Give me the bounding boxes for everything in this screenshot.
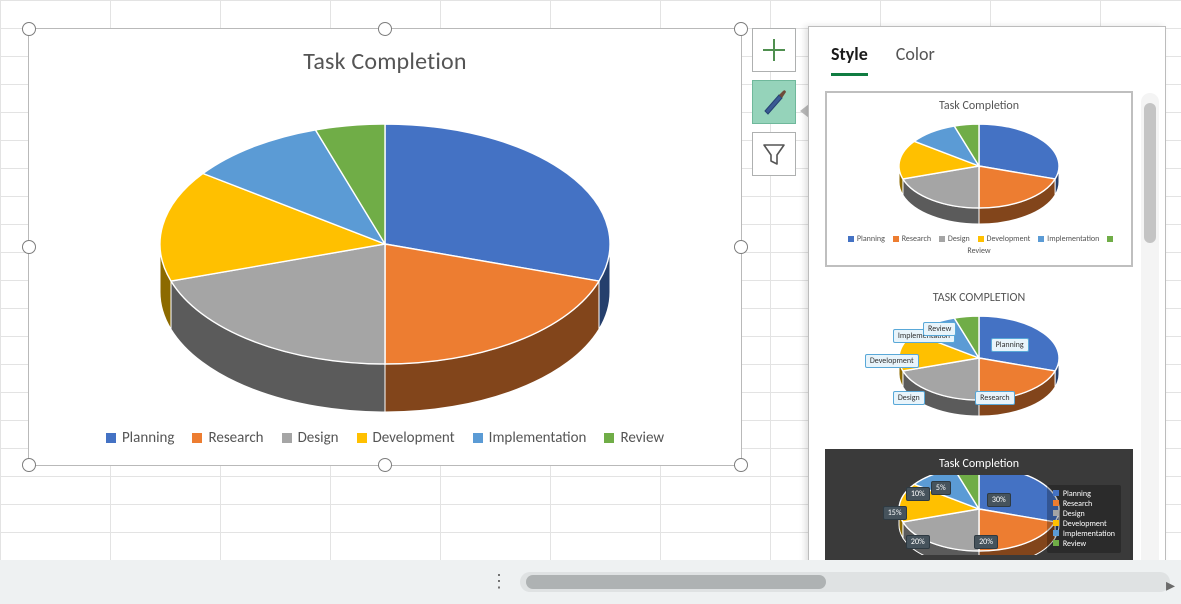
scroll-right-icon[interactable]: ▸ bbox=[1166, 574, 1175, 596]
chart-object[interactable]: Task Completion Planning Research Design De… bbox=[28, 28, 742, 466]
panel-vertical-scrollbar[interactable] bbox=[1141, 93, 1159, 571]
paintbrush-icon bbox=[759, 87, 789, 117]
percent-label: 5% bbox=[931, 481, 951, 495]
plus-icon bbox=[760, 36, 788, 64]
chart-filters-button[interactable] bbox=[752, 132, 796, 176]
style-thumbnails: Task Completion Planning Research Design … bbox=[825, 91, 1133, 573]
resize-handle[interactable] bbox=[734, 458, 748, 472]
legend-item[interactable]: Design bbox=[282, 429, 339, 447]
percent-label: 20% bbox=[906, 535, 930, 549]
sheet-horizontal-scrollbar: ⋮ ◂ ▸ bbox=[0, 560, 1181, 604]
chart-styles-panel: Style Color Task Completion Planning Rese… bbox=[808, 26, 1166, 586]
chart-tool-floaties bbox=[752, 28, 796, 184]
slice-label: Research bbox=[975, 391, 1014, 405]
funnel-icon bbox=[760, 140, 788, 168]
percent-label: 15% bbox=[883, 506, 907, 520]
resize-handle[interactable] bbox=[22, 240, 36, 254]
legend-item[interactable]: Review bbox=[604, 429, 664, 447]
style-thumbnail[interactable]: Task Completion Planning Research Design … bbox=[825, 91, 1133, 267]
tab-color[interactable]: Color bbox=[896, 43, 935, 76]
resize-handle[interactable] bbox=[378, 458, 392, 472]
hscroll-thumb[interactable] bbox=[526, 575, 826, 589]
panel-tabs: Style Color bbox=[809, 27, 1165, 84]
legend-item[interactable]: Research bbox=[192, 429, 263, 447]
slice-label: Review bbox=[923, 322, 956, 336]
thumb-legend: PlanningResearchDesignDevelopmentImpleme… bbox=[1047, 485, 1121, 553]
slice-label: Development bbox=[865, 354, 919, 368]
resize-handle[interactable] bbox=[378, 22, 392, 36]
resize-handle[interactable] bbox=[734, 240, 748, 254]
thumb-title: Task Completion bbox=[827, 93, 1131, 113]
thumb-legend: Planning Research Design Development Imp… bbox=[827, 227, 1131, 265]
thumb-pie bbox=[854, 117, 1104, 227]
chart-title[interactable]: Task Completion bbox=[29, 29, 741, 76]
chart-legend[interactable]: Planning Research Design Development Impleme… bbox=[29, 429, 741, 447]
percent-label: 20% bbox=[974, 535, 998, 549]
chart-styles-button[interactable] bbox=[752, 80, 796, 124]
chart-elements-button[interactable] bbox=[752, 28, 796, 72]
tab-style[interactable]: Style bbox=[831, 43, 868, 76]
percent-label: 10% bbox=[906, 487, 930, 501]
thumb-title: Task Completion bbox=[827, 451, 1131, 471]
pie-chart[interactable] bbox=[145, 104, 625, 414]
slice-label: Planning bbox=[991, 338, 1029, 352]
legend-item[interactable]: Development bbox=[357, 429, 455, 447]
legend-item[interactable]: Planning bbox=[106, 429, 175, 447]
style-thumbnail[interactable]: Task Completion 30% 20% 20% 15% 10%5% Planning… bbox=[825, 449, 1133, 571]
resize-handle[interactable] bbox=[22, 22, 36, 36]
style-thumbnail[interactable]: TASK COMPLETION Planning Research Design Dev… bbox=[825, 283, 1133, 433]
hscroll-track[interactable] bbox=[520, 572, 1170, 592]
resize-handle[interactable] bbox=[734, 22, 748, 36]
scrollbar-thumb[interactable] bbox=[1144, 103, 1156, 243]
sheet-options-icon[interactable]: ⋮ bbox=[490, 570, 510, 592]
resize-handle[interactable] bbox=[22, 458, 36, 472]
thumb-title: TASK COMPLETION bbox=[827, 285, 1131, 305]
slice-label: Design bbox=[893, 391, 925, 405]
legend-item[interactable]: Implementation bbox=[473, 429, 587, 447]
percent-label: 30% bbox=[987, 493, 1011, 507]
